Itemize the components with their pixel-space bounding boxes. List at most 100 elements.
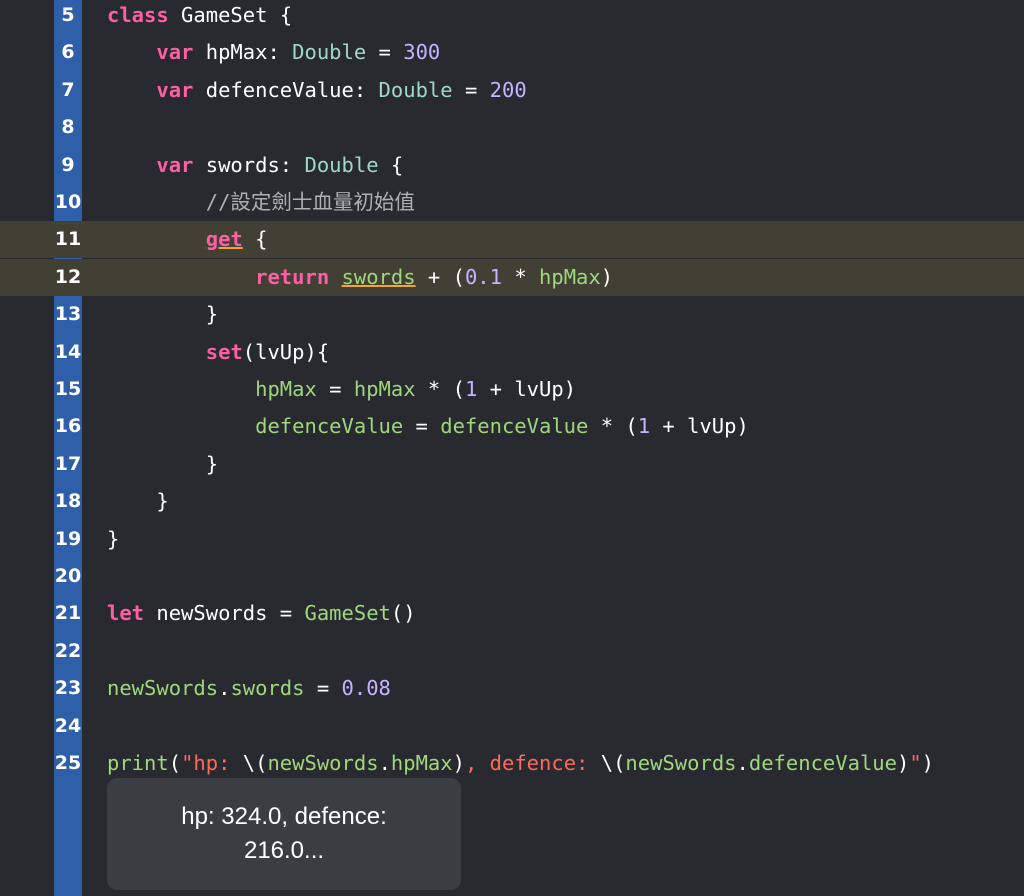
code-token: var [156, 77, 194, 102]
code-token: ) [600, 264, 614, 289]
code-line[interactable]: 6 var hpMax: Double = 300 [0, 34, 1024, 71]
code-line[interactable]: 14 set(lvUp){ [0, 334, 1024, 371]
code-token: . [378, 751, 391, 775]
line-number[interactable]: 9 [54, 147, 82, 184]
code-token: get [205, 227, 243, 252]
code-token: ) [452, 751, 465, 775]
line-number[interactable]: 7 [54, 72, 82, 109]
line-number[interactable]: 16 [54, 408, 82, 445]
line-number[interactable]: 5 [54, 0, 82, 34]
code-token: swords: [193, 152, 305, 177]
code-text[interactable]: } [107, 446, 218, 483]
code-token: print [107, 751, 169, 775]
code-token: defenceValue [440, 414, 589, 439]
code-token: } [107, 489, 169, 514]
code-text[interactable]: newSwords.swords = 0.08 [107, 670, 391, 707]
code-token: = [403, 414, 441, 439]
code-line[interactable]: 21 let newSwords = GameSet() [0, 595, 1024, 632]
result-popup[interactable]: hp: 324.0, defence: 216.0... [107, 778, 461, 890]
line-number[interactable]: 12 [54, 259, 82, 296]
code-token: //設定劍士血量初始值 [205, 190, 415, 214]
code-text[interactable]: let newSwords = GameSet() [107, 595, 416, 632]
code-line[interactable]: 18 } [0, 483, 1024, 520]
line-number[interactable]: 13 [54, 296, 82, 333]
code-line[interactable]: 9 var swords: Double { [0, 147, 1024, 184]
line-number[interactable]: 10 [54, 184, 82, 221]
line-number[interactable]: 8 [54, 109, 82, 146]
code-token: defenceValue [748, 751, 897, 775]
code-text[interactable]: defenceValue = defenceValue * (1 + lvUp) [107, 408, 749, 445]
code-token: + ( [415, 264, 465, 289]
code-text[interactable]: hpMax = hpMax * (1 + lvUp) [107, 371, 576, 408]
code-line[interactable]: 5 class GameSet { [0, 0, 1024, 34]
code-line[interactable]: 22 [0, 633, 1024, 670]
line-number[interactable]: 14 [54, 334, 82, 371]
code-line[interactable]: 25 print("hp: \(newSwords.hpMax), defence… [0, 745, 1024, 782]
code-token: = [316, 377, 354, 401]
line-number[interactable]: 24 [54, 708, 82, 745]
code-line[interactable]: 24 [0, 708, 1024, 745]
code-line[interactable]: 10 //設定劍士血量初始值 [0, 184, 1024, 221]
code-line[interactable]: 12 return swords + (0.1 * hpMax) [0, 258, 1024, 296]
line-number[interactable]: 6 [54, 34, 82, 71]
line-number[interactable]: 20 [54, 558, 82, 595]
code-text[interactable]: print("hp: \(newSwords.hpMax), defence: … [107, 745, 934, 782]
line-number[interactable]: 22 [54, 633, 82, 670]
code-line[interactable]: 19} [0, 521, 1024, 558]
code-text[interactable]: } [107, 296, 218, 333]
code-line[interactable]: 17 } [0, 446, 1024, 483]
code-text[interactable]: var defenceValue: Double = 200 [107, 72, 526, 109]
code-token: + lvUp) [477, 377, 577, 401]
code-text[interactable]: var hpMax: Double = 300 [107, 34, 440, 71]
line-number[interactable]: 25 [54, 745, 82, 782]
code-token: defenceValue [255, 414, 404, 439]
code-token: Double [304, 152, 379, 177]
code-token: newSwords [625, 751, 737, 775]
code-line[interactable]: 13 } [0, 296, 1024, 333]
code-token: ) [896, 751, 910, 775]
code-line[interactable]: 23 newSwords.swords = 0.08 [0, 670, 1024, 707]
code-token: ( [168, 751, 182, 775]
line-number[interactable]: 21 [54, 595, 82, 632]
code-token: swords [230, 676, 305, 701]
code-text[interactable]: var swords: Double { [107, 147, 403, 184]
code-line[interactable]: 8 [0, 109, 1024, 146]
line-number[interactable]: 18 [54, 483, 82, 520]
code-line[interactable]: 15 hpMax = hpMax * (1 + lvUp) [0, 371, 1024, 408]
code-line[interactable]: 7 var defenceValue: Double = 200 [0, 72, 1024, 109]
code-text[interactable]: //設定劍士血量初始值 [107, 184, 415, 221]
code-token: 0.1 [464, 264, 502, 289]
code-token: class [107, 3, 169, 27]
line-number[interactable]: 17 [54, 446, 82, 483]
code-text[interactable]: return swords + (0.1 * hpMax) [107, 259, 613, 296]
code-text[interactable]: } [107, 483, 169, 520]
code-token: + lvUp) [650, 414, 749, 439]
code-token: "hp: [181, 751, 243, 775]
code-token: var [156, 152, 194, 177]
line-number[interactable]: 11 [54, 221, 82, 258]
code-token: * [501, 264, 540, 289]
code-token: { [242, 227, 268, 252]
code-text[interactable]: get { [107, 221, 268, 258]
code-line[interactable]: 20 [0, 558, 1024, 595]
code-token: hpMax [390, 751, 453, 775]
line-number[interactable]: 15 [54, 371, 82, 408]
code-line[interactable]: 11 get { [0, 221, 1024, 259]
line-number[interactable]: 23 [54, 670, 82, 707]
code-token: GameSet [304, 601, 391, 626]
code-token: (lvUp){ [242, 339, 330, 364]
line-number[interactable]: 19 [54, 521, 82, 558]
code-text[interactable]: set(lvUp){ [107, 334, 329, 371]
result-text-line-1: hp: 324.0, defence: [181, 803, 387, 830]
code-token: , defence: [464, 751, 601, 775]
code-text[interactable]: class GameSet { [107, 0, 292, 34]
code-text[interactable]: } [107, 521, 119, 558]
code-line[interactable]: 16 defenceValue = defenceValue * (1 + lv… [0, 408, 1024, 445]
code-token: 0.08 [341, 676, 391, 701]
